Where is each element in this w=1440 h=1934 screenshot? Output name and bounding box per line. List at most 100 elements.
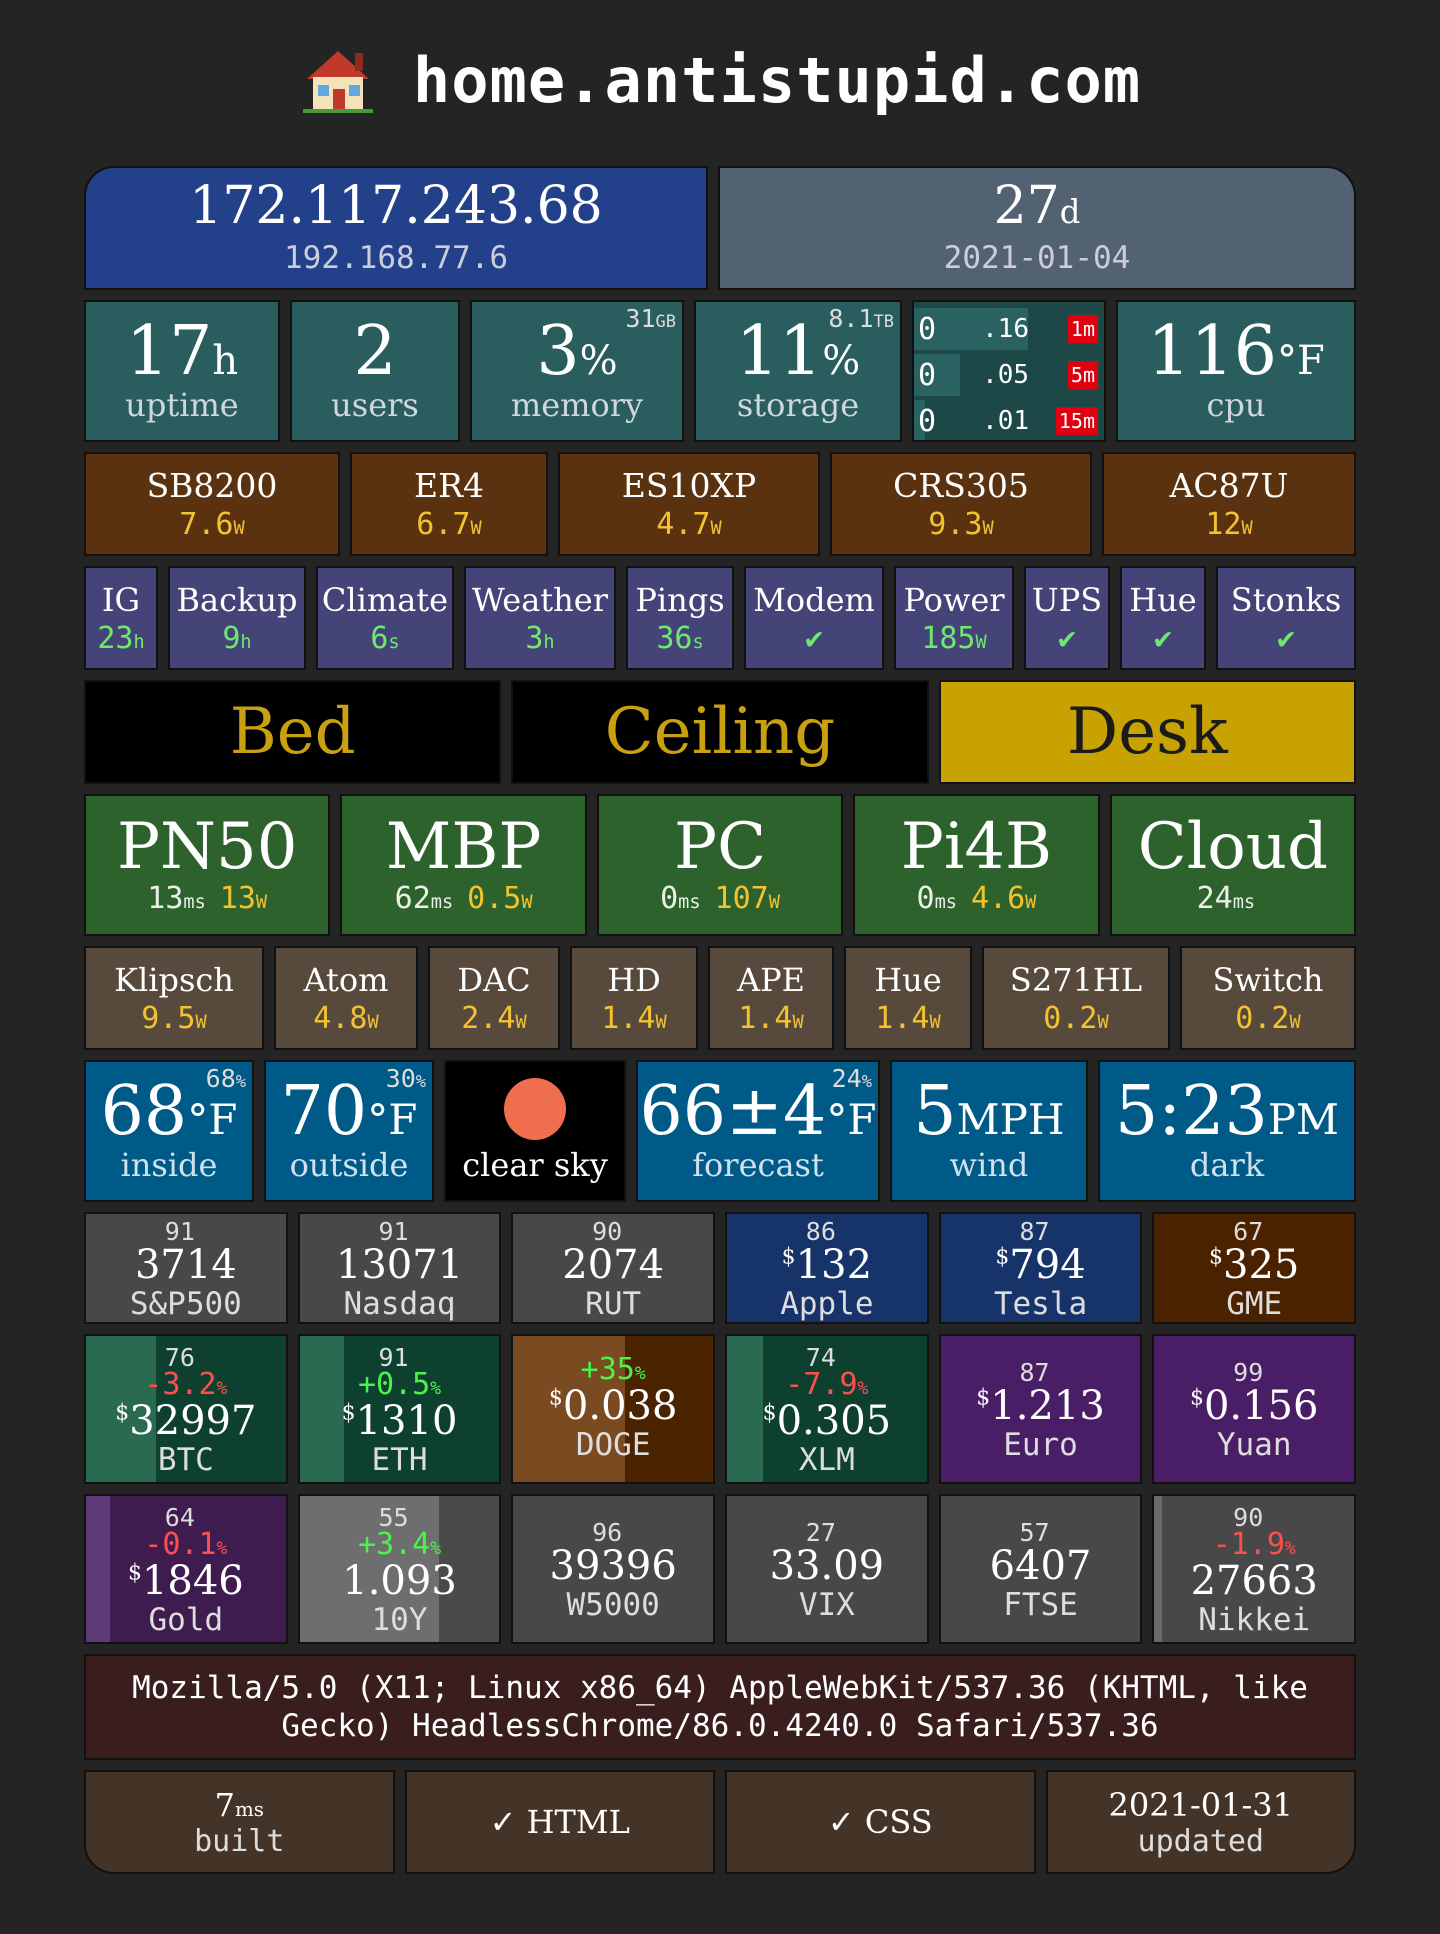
host-pi4b[interactable]: Pi4B 0ms 4.6W (853, 794, 1100, 936)
css-valid-link[interactable]: ✓ CSS (725, 1770, 1036, 1874)
service-climate: Climate 6s (316, 566, 454, 670)
status-unit: h (543, 631, 555, 653)
market-price: 39396 (550, 1545, 677, 1587)
light-bed-toggle[interactable]: Bed (84, 680, 502, 784)
html-valid-link[interactable]: ✓ HTML (404, 1770, 715, 1874)
market-price: $794 (995, 1244, 1085, 1286)
watts-value: 4.8 (313, 1000, 368, 1036)
users-value: 2 (353, 312, 397, 391)
host-cloud[interactable]: Cloud 24ms (1109, 794, 1357, 936)
host-mbp[interactable]: MBP 62ms 0.5W (340, 794, 587, 936)
host-details: 0ms 4.6W (917, 881, 1037, 916)
appliance-ape: APE 1.4W (708, 946, 834, 1050)
change-unit: % (216, 1377, 228, 1399)
outside-temp-unit: °F (367, 1095, 418, 1144)
storage-unit: % (822, 338, 861, 384)
status-value: 185 (921, 620, 976, 656)
device-ac87u: AC87U 12W (1102, 452, 1356, 556)
status-value: ✔ (1276, 620, 1296, 656)
appliance-switch: Switch 0.2W (1180, 946, 1356, 1050)
watts-unit: W (655, 1011, 667, 1033)
market-ftse[interactable]: 57 6407 FTSE (938, 1494, 1143, 1644)
market-s-p500[interactable]: 91 3714 S&P500 (84, 1212, 288, 1324)
ping-unit: ms (934, 892, 957, 914)
market-change: -7.9% (785, 1369, 868, 1400)
market-change: -0.1% (144, 1529, 227, 1560)
sunset-tile: 5:23PM dark (1098, 1060, 1356, 1202)
market-yuan[interactable]: 99 $0.156 Yuan (1152, 1334, 1357, 1484)
market-nasdaq[interactable]: 91 13071 Nasdaq (297, 1212, 502, 1324)
market-price: 27663 (1191, 1560, 1318, 1602)
light-ceiling-toggle[interactable]: Ceiling (511, 680, 929, 784)
watts-value: 1.4 (601, 1000, 656, 1036)
storage-value: 11 (735, 312, 823, 391)
market-btc[interactable]: 76 -3.2% $32997 BTC (84, 1334, 288, 1484)
watts-unit: W (1097, 1011, 1109, 1033)
market-name: ETH (371, 1441, 428, 1478)
service-status: 6s (370, 621, 399, 656)
market-10y[interactable]: 55 +3.4% 1.093 10Y (297, 1494, 502, 1644)
market-change: +0.5% (358, 1369, 441, 1400)
watts-value: 4.7 (656, 507, 711, 542)
watts-value: 12 (1205, 507, 1242, 542)
service-status: 9h (222, 621, 251, 656)
forecast-humidity-unit: % (861, 1072, 872, 1092)
watts-unit: W (1025, 892, 1037, 914)
status-unit: h (240, 631, 252, 653)
watts-value: 0.5 (467, 881, 522, 917)
load-dec: .16 (982, 314, 1030, 344)
market-rut[interactable]: 90 2074 RUT (511, 1212, 716, 1324)
appliance-watts: 4.8W (313, 1001, 378, 1036)
ip-date: 2021-01-04 (943, 240, 1131, 276)
dollar-sign: $ (115, 1400, 130, 1426)
ping-value: 0 (916, 881, 935, 917)
market-gme[interactable]: 67 $325 GME (1152, 1212, 1357, 1324)
market-gold[interactable]: 64 -0.1% $1846 Gold (84, 1494, 288, 1644)
market-tesla[interactable]: 87 $794 Tesla (938, 1212, 1143, 1324)
device-watts: 7.6W (179, 507, 244, 542)
service-status: 185W (921, 621, 986, 656)
outside-humidity-unit: % (415, 1072, 426, 1092)
ip-age-unit: d (1059, 193, 1081, 231)
uptime-tile: 17h uptime (84, 300, 280, 442)
service-status: ✔ (1277, 621, 1295, 656)
host-name: MBP (385, 809, 542, 884)
device-name: AC87U (1169, 466, 1289, 505)
market-price: 1.093 (342, 1560, 457, 1602)
device-er4: ER4 6.7W (350, 452, 548, 556)
sunset-value: 5:23 (1115, 1072, 1268, 1151)
cpu-label: cpu (1206, 386, 1266, 424)
light-desk-toggle[interactable]: Desk (938, 680, 1356, 784)
inside-temp-tile: 68% 68°F inside (84, 1060, 254, 1202)
host-pn50[interactable]: PN50 13ms 13W (84, 794, 331, 936)
market-eth[interactable]: 91 +0.5% $1310 ETH (297, 1334, 502, 1484)
market-apple[interactable]: 86 $132 Apple (725, 1212, 929, 1324)
service-status: 23h (97, 621, 144, 656)
market-vix[interactable]: 27 33.09 VIX (725, 1494, 929, 1644)
market-doge[interactable]: +35% $0.038 DOGE (511, 1334, 716, 1484)
build-time-tile: 7ms built (84, 1770, 395, 1874)
status-value: ✔ (804, 620, 824, 656)
price-value: 33.09 (769, 1542, 885, 1589)
market-euro[interactable]: 87 $1.213 Euro (938, 1334, 1143, 1484)
watts-value: 7.6 (179, 507, 234, 542)
inside-label: inside (120, 1146, 218, 1184)
service-name: Pings (635, 580, 725, 619)
market-nikkei[interactable]: 90 -1.9% 27663 Nikkei (1152, 1494, 1357, 1644)
market-price: $0.038 (549, 1385, 678, 1427)
watts-unit: W (929, 1011, 941, 1033)
appliance-dac: DAC 2.4W (428, 946, 560, 1050)
market-w5000[interactable]: 96 39396 W5000 (511, 1494, 716, 1644)
market-price: 2074 (562, 1244, 664, 1286)
price-value: 3714 (134, 1241, 237, 1288)
service-status: 3h (525, 621, 554, 656)
page-header: home.antistupid.com (0, 0, 1440, 160)
load-row: 0 .16 1m (914, 308, 1104, 350)
sun-icon (504, 1078, 566, 1140)
host-pc[interactable]: PC 0ms 107W (596, 794, 844, 936)
cpu-value: 116 (1147, 312, 1278, 391)
market-xlm[interactable]: 74 -7.9% $0.305 XLM (725, 1334, 929, 1484)
ip-age-tile: 27d 2021-01-04 (718, 166, 1356, 290)
watts-value: 9.3 (928, 507, 983, 542)
host-name: Cloud (1137, 809, 1328, 884)
